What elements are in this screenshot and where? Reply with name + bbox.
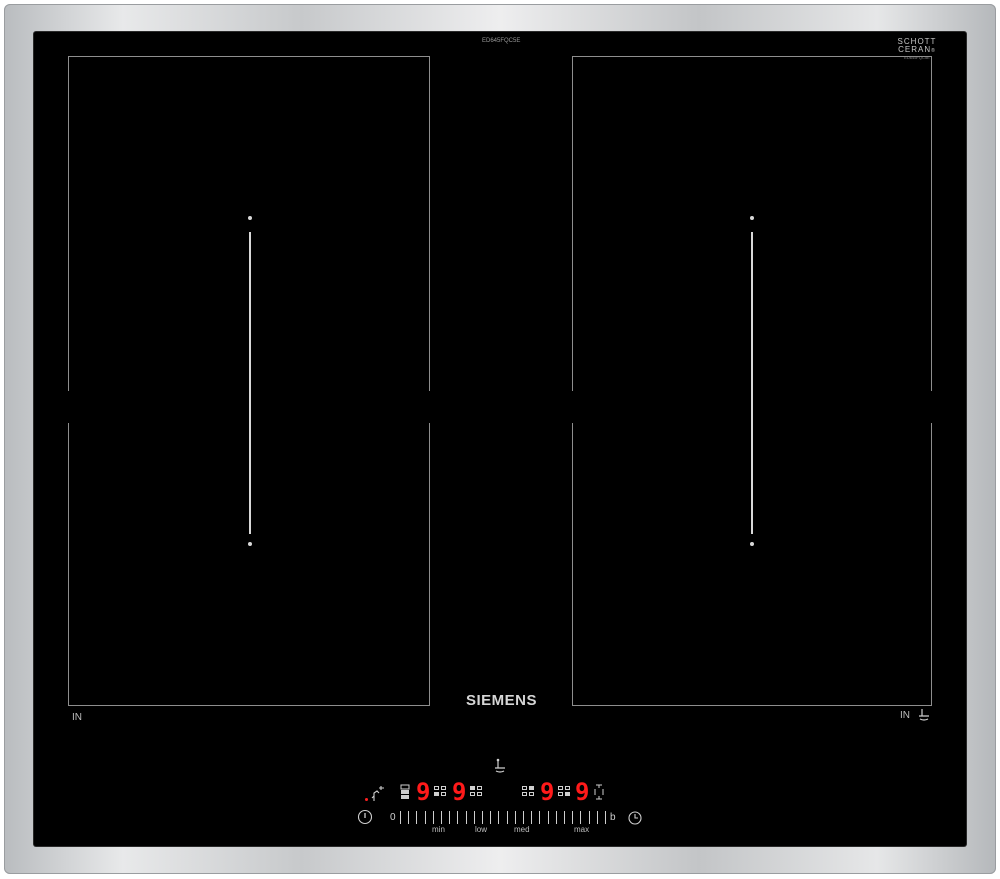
right-zone-bottom-dot bbox=[750, 542, 754, 546]
wipe-protection-icon[interactable] bbox=[370, 784, 386, 802]
slider-tick[interactable] bbox=[400, 811, 401, 824]
model-code: ED645FQC5E bbox=[482, 38, 521, 44]
zone-2-power-display: 9 bbox=[452, 778, 467, 806]
slider-tick[interactable] bbox=[506, 811, 508, 824]
slider-tick[interactable] bbox=[441, 811, 442, 824]
flex-zone-icon[interactable] bbox=[594, 784, 604, 800]
slider-low-label: low bbox=[475, 825, 488, 834]
childlock-led bbox=[365, 798, 368, 801]
slider-min-label: min bbox=[432, 825, 445, 834]
zone-1-select-icon[interactable] bbox=[434, 786, 447, 797]
powermove-left-icon[interactable] bbox=[400, 784, 410, 800]
left-zone-bottom-dot bbox=[248, 542, 252, 546]
zone-3-power-display: 9 bbox=[540, 778, 555, 806]
slider-tick[interactable] bbox=[572, 811, 574, 824]
slider-tick[interactable] bbox=[424, 811, 426, 824]
zone-2-select-icon[interactable] bbox=[470, 786, 483, 797]
slider-med-label: med bbox=[514, 825, 530, 834]
slider-tick[interactable] bbox=[490, 811, 492, 824]
right-zone-top-dot bbox=[750, 216, 754, 220]
slider-tick[interactable] bbox=[465, 811, 467, 824]
slider-tick[interactable] bbox=[514, 811, 516, 824]
slider-tick[interactable] bbox=[457, 811, 459, 824]
zone-4-power-display: 9 bbox=[575, 778, 590, 806]
slider-boost-label[interactable]: b bbox=[610, 812, 616, 823]
slider-zero-label[interactable]: 0 bbox=[390, 812, 396, 823]
left-zone-in-label: IN bbox=[72, 712, 82, 723]
slider-max-label: max bbox=[574, 825, 590, 834]
slider-tick[interactable] bbox=[605, 811, 606, 824]
slider-tick[interactable] bbox=[482, 811, 483, 824]
brand-logo: SIEMENS bbox=[466, 692, 538, 709]
slider-tick[interactable] bbox=[580, 811, 582, 824]
slider-tick[interactable] bbox=[539, 811, 541, 824]
slider-tick[interactable] bbox=[531, 811, 533, 824]
slider-tick[interactable] bbox=[449, 811, 451, 824]
slider-tick[interactable] bbox=[555, 811, 557, 824]
left-zone-top-dot bbox=[248, 216, 252, 220]
slider-tick[interactable] bbox=[498, 811, 500, 824]
slider-tick[interactable] bbox=[547, 811, 549, 824]
timer-icon[interactable] bbox=[627, 810, 643, 826]
slider-tick[interactable] bbox=[408, 811, 410, 824]
slider-tick[interactable] bbox=[432, 811, 434, 824]
slider-tick[interactable] bbox=[416, 811, 418, 824]
ceran-text: CERAN bbox=[898, 45, 932, 54]
left-zone-center-line bbox=[249, 232, 251, 534]
cooksensor-icon[interactable] bbox=[492, 758, 508, 774]
right-zone-in-label: IN bbox=[900, 710, 910, 721]
zone-4-select-icon[interactable] bbox=[558, 786, 571, 797]
power-button-icon[interactable] bbox=[357, 809, 373, 825]
slider-tick[interactable] bbox=[588, 811, 590, 824]
slider-tick[interactable] bbox=[564, 811, 565, 824]
registered-mark: ® bbox=[931, 48, 936, 54]
slider-tick[interactable] bbox=[596, 811, 598, 824]
pan-sensor-icon bbox=[919, 709, 929, 721]
cooktop-glass: ED645FQC5E SCHOTT CERAN® ED645FQC5E IN I… bbox=[34, 32, 966, 846]
slider-tick[interactable] bbox=[523, 811, 524, 824]
zone-1-power-display: 9 bbox=[416, 778, 431, 806]
zone-3-select-icon[interactable] bbox=[522, 786, 535, 797]
right-zone-center-line bbox=[751, 232, 753, 534]
slider-tick[interactable] bbox=[473, 811, 475, 824]
